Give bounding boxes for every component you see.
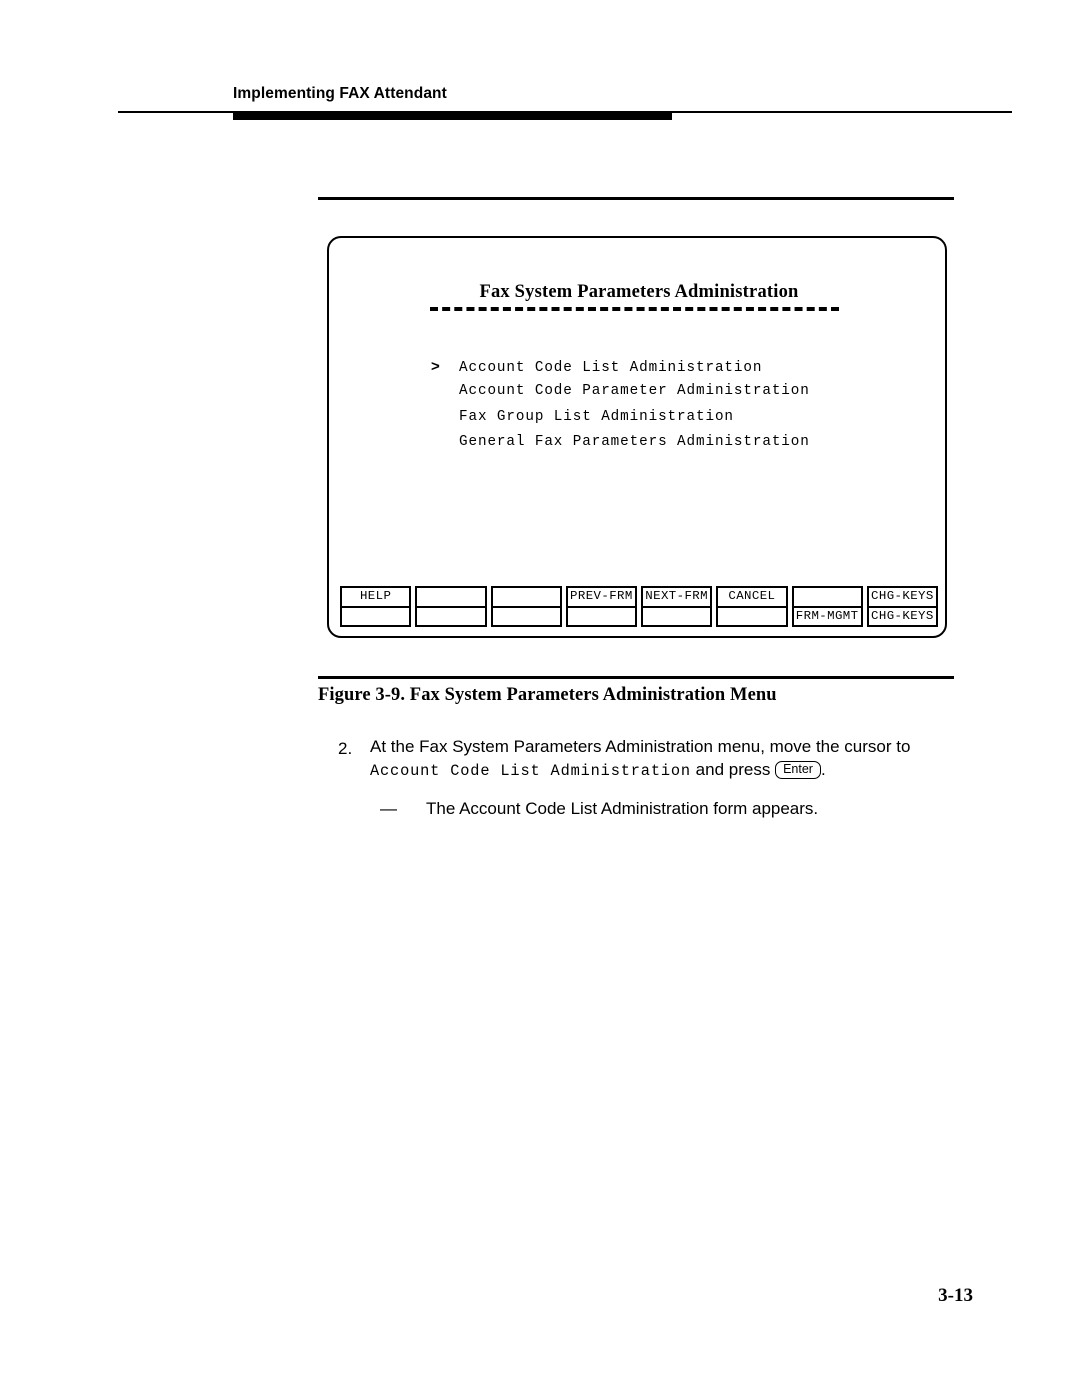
function-key-bottom-label	[417, 608, 484, 626]
function-key-3[interactable]	[490, 586, 562, 627]
running-header-title: Implementing FAX Attendant	[233, 85, 447, 102]
function-key-next-frm[interactable]: NEXT-FRM	[641, 586, 713, 627]
terminal-screen: Fax System Parameters Administration > A…	[327, 236, 947, 638]
step-result-text: The Account Code List Administration for…	[426, 799, 819, 818]
menu-cursor-arrow-icon: >	[431, 358, 440, 375]
em-dash-bullet-icon: —	[380, 799, 397, 818]
menu-item-label: Account Code Parameter Administration	[459, 383, 810, 400]
step-text-end: .	[820, 759, 826, 779]
function-key-top-label: HELP	[342, 588, 410, 608]
figure-rule-top	[318, 197, 954, 200]
step-body: At the Fax System Parameters Administrat…	[370, 736, 978, 782]
function-key-top-label	[793, 588, 861, 608]
function-key-frm-mgmt[interactable]: FRM-MGMT	[791, 586, 863, 627]
function-key-top-label: CANCEL	[718, 588, 786, 608]
function-key-top-label	[417, 588, 485, 608]
step-2: 2. At the Fax System Parameters Administ…	[338, 736, 978, 782]
function-key-bottom-label	[643, 608, 710, 626]
function-key-bottom-label	[718, 608, 785, 626]
function-key-bottom-label	[493, 608, 560, 626]
running-header: Implementing FAX Attendant	[0, 0, 1080, 130]
function-key-bottom-label: FRM-MGMT	[795, 608, 859, 623]
menu-item-account-code-parameter[interactable]: Account Code Parameter Administration	[431, 383, 931, 408]
function-key-help[interactable]: HELP	[340, 586, 412, 627]
function-key-bottom-label	[342, 608, 409, 626]
menu-item-label: Account Code List Administration	[459, 360, 763, 376]
header-rule-thick	[233, 111, 672, 120]
menu-item-label: Fax Group List Administration	[459, 408, 734, 425]
screen-menu-list: > Account Code List Administration Accou…	[431, 358, 931, 460]
step-number: 2.	[338, 739, 353, 758]
function-key-prev-frm[interactable]: PREV-FRM	[565, 586, 637, 627]
figure-caption: Figure 3-9. Fax System Parameters Admini…	[318, 685, 777, 705]
screen-title-dashed-rule	[430, 307, 839, 311]
function-key-top-label	[492, 588, 560, 608]
function-key-strip: HELP PREV-FRM NEXT-FRM CANCEL FRM-MGMT C…	[340, 586, 938, 627]
menu-item-fax-group-list[interactable]: Fax Group List Administration	[431, 409, 931, 434]
figure-rule-bottom	[318, 676, 954, 679]
function-key-top-label: CHG-KEYS	[868, 588, 936, 608]
function-key-top-label: PREV-FRM	[567, 588, 635, 608]
menu-item-account-code-list[interactable]: > Account Code List Administration	[431, 358, 931, 383]
step-mono-value: Account Code List Administration	[370, 761, 691, 780]
page-number: 3-13	[938, 1285, 973, 1306]
function-key-bottom-label	[568, 608, 635, 626]
menu-item-label: General Fax Parameters Administration	[459, 434, 810, 451]
function-key-cancel[interactable]: CANCEL	[716, 586, 788, 627]
step-text-before: At the Fax System Parameters Administrat…	[370, 737, 911, 756]
screen-title: Fax System Parameters Administration	[479, 282, 799, 302]
menu-item-general-fax-parameters[interactable]: General Fax Parameters Administration	[431, 434, 931, 459]
step-2-result-bullet: — The Account Code List Administration f…	[380, 798, 1000, 820]
step-text-after: and press	[690, 759, 776, 779]
function-key-top-label: NEXT-FRM	[643, 588, 711, 608]
enter-key-cap: Enter	[775, 761, 821, 779]
function-key-bottom-label: CHG-KEYS	[871, 608, 934, 623]
function-key-2[interactable]	[415, 586, 487, 627]
function-key-chg-keys[interactable]: CHG-KEYS CHG-KEYS	[866, 586, 938, 627]
